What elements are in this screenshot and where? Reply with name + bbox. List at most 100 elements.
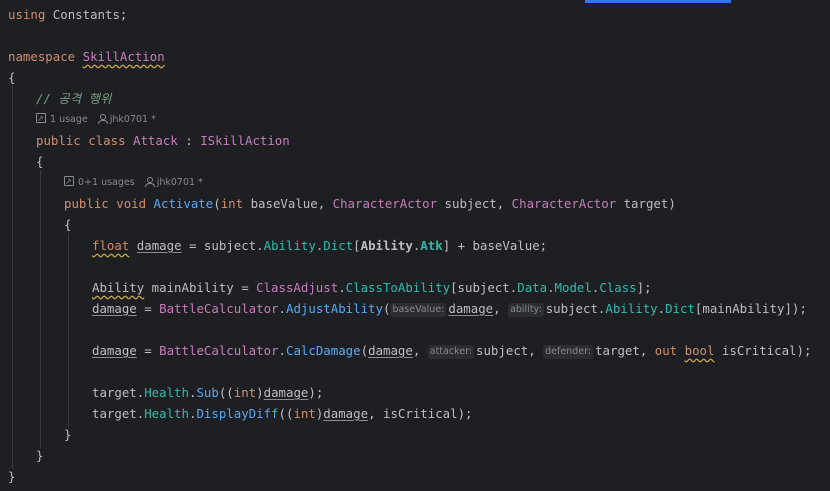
keyword: int (293, 406, 316, 421)
brace: } (64, 427, 72, 442)
author-icon (97, 114, 108, 124)
method-call: DisplayDiff (196, 406, 279, 421)
indent-guide (12, 86, 13, 468)
keyword: out (654, 343, 678, 358)
code-text: ]; (636, 280, 652, 295)
code-line-brace[interactable]: { (36, 151, 43, 172)
interface-name: ISkillAction (200, 133, 290, 148)
method-codelens[interactable]: 0+1 usages jhk0701 * (64, 173, 203, 192)
code-line-4[interactable]: damage = BattleCalculator.CalcDamage(dam… (92, 340, 811, 361)
author-name[interactable]: jhk0701 * (157, 177, 203, 188)
property: Data (517, 280, 548, 295)
code-editor[interactable]: using Constants; namespace SkillAction {… (0, 0, 830, 491)
method-call: Sub (196, 385, 219, 400)
enum-type: Ability (360, 238, 413, 253)
code-text: = (136, 301, 160, 316)
code-line-brace[interactable]: { (8, 67, 15, 88)
namespace-ref: Constants (52, 7, 120, 22)
code-line-6[interactable]: target.Health.DisplayDiff((int)damage, i… (92, 403, 473, 424)
code-text: subject. (545, 301, 606, 316)
punct: : (185, 133, 193, 148)
indent-guide (68, 233, 69, 427)
keyword: int (220, 196, 244, 211)
param-hint: attacker: (427, 345, 475, 359)
author-icon (144, 177, 155, 187)
type: CharacterActor (511, 196, 617, 211)
keyword: float (92, 238, 130, 253)
code-line-using[interactable]: using Constants; (8, 4, 127, 25)
code-text: target, (595, 343, 655, 358)
code-text: target. (92, 385, 145, 400)
code-text: , isCritical); (368, 406, 473, 421)
variable: damage (368, 343, 413, 358)
usages-icon (64, 173, 74, 191)
code-text: = subject. (181, 238, 264, 253)
property: Ability (605, 301, 658, 316)
code-line-brace[interactable]: } (8, 466, 15, 487)
code-line-method[interactable]: public void Activate(int baseValue, Char… (64, 193, 676, 214)
keyword: using (8, 7, 46, 22)
brace: { (64, 217, 72, 232)
code-line-class[interactable]: public class Attack : ISkillAction (36, 130, 290, 151)
type: Ability (92, 280, 145, 295)
code-text: ] + baseValue; (442, 238, 548, 253)
usage-count[interactable]: 1 usage (50, 114, 88, 125)
method-call: CalcDamage (285, 343, 361, 358)
code-line-brace[interactable]: } (64, 424, 71, 445)
code-text: [subject. (450, 280, 518, 295)
class-ref: BattleCalculator (159, 343, 279, 358)
code-text: subject, (476, 343, 544, 358)
class-codelens[interactable]: 1 usage jhk0701 * (36, 110, 156, 129)
author-name[interactable]: jhk0701 * (110, 114, 156, 125)
property: Health (144, 406, 189, 421)
keyword: public (64, 196, 109, 211)
code-line-comment[interactable]: // 공격 행위 (36, 88, 111, 109)
property: Dict (323, 238, 354, 253)
brace: { (36, 154, 44, 169)
indent-guide (40, 170, 41, 448)
code-line-2[interactable]: Ability mainAbility = ClassAdjust.ClassT… (92, 277, 652, 298)
code-text: target. (92, 406, 145, 421)
variable: damage (92, 343, 137, 358)
param-hint: baseValue: (390, 303, 447, 317)
param: subject (444, 196, 497, 211)
code-line-brace[interactable]: } (36, 445, 43, 466)
brace: } (36, 448, 44, 463)
code-text: mainAbility = (144, 280, 257, 295)
property: Health (144, 385, 189, 400)
method-name: Activate (153, 196, 214, 211)
comment: // 공격 행위 (36, 91, 112, 106)
usages-icon (36, 110, 46, 128)
class-name: Attack (133, 133, 178, 148)
variable: damage (263, 385, 309, 400)
code-text: isCritical); (714, 343, 812, 358)
enum-member: Atk (420, 238, 443, 253)
param-hint: ability: (508, 303, 544, 317)
code-line-brace[interactable]: { (64, 214, 71, 235)
class-ref: ClassAdjust (256, 280, 339, 295)
brace: { (8, 70, 16, 85)
active-tab-indicator (585, 0, 731, 3)
code-line-3[interactable]: damage = BattleCalculator.AdjustAbility(… (92, 298, 807, 319)
keyword: namespace (8, 49, 76, 64)
variable: damage (92, 301, 137, 316)
namespace-name: SkillAction (82, 49, 165, 64)
code-line-namespace[interactable]: namespace SkillAction (8, 46, 165, 67)
param: target (623, 196, 669, 211)
variable: damage (136, 238, 182, 253)
code-text: ); (308, 385, 324, 400)
keyword: void (116, 196, 147, 211)
type: CharacterActor (332, 196, 438, 211)
property: Dict (665, 301, 695, 316)
variable: damage (323, 406, 369, 421)
param-hint: defender: (543, 345, 594, 359)
variable: damage (448, 301, 494, 316)
property: Class (599, 280, 637, 295)
method-call: AdjustAbility (285, 301, 383, 316)
keyword: bool (684, 343, 715, 358)
code-line-5[interactable]: target.Health.Sub((int)damage); (92, 382, 323, 403)
property: ClassToAbility (345, 280, 451, 295)
usage-count[interactable]: 0+1 usages (78, 177, 135, 188)
param: baseValue (250, 196, 318, 211)
code-line-1[interactable]: float damage = subject.Ability.Dict[Abil… (92, 235, 547, 256)
